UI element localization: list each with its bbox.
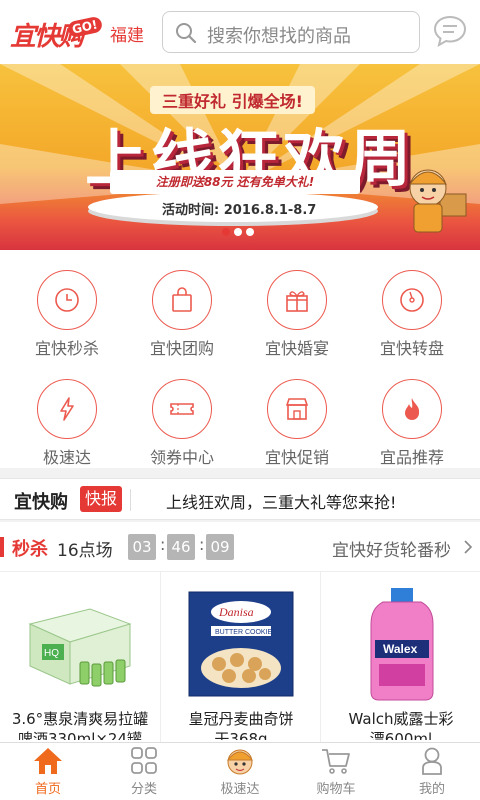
grid-item-recommend[interactable]: 宜品推荐: [352, 359, 472, 468]
logo-go-badge: GO!: [66, 15, 103, 39]
product-name-cont: 漂600ml: [369, 730, 433, 740]
flash-session: 16点场: [57, 541, 113, 561]
mascot-icon: [408, 169, 467, 233]
coupon-icon: [170, 403, 194, 415]
shopping-bag-icon: [172, 287, 192, 312]
tab-label: 首页: [34, 782, 61, 797]
grid-label: 领券中心: [149, 448, 214, 467]
grid-label: 极速达: [42, 448, 91, 467]
grid-icon-circle: [152, 270, 212, 330]
tab-label: 购物车: [316, 782, 356, 797]
countdown-separator: :: [199, 535, 205, 554]
grid-icon-circle: [267, 270, 327, 330]
home-icon: [34, 748, 62, 774]
cart-icon: [322, 749, 350, 774]
tab-home[interactable]: 首页: [0, 743, 96, 800]
news-headline[interactable]: 上线狂欢周，三重大礼等您来抢!: [166, 489, 396, 513]
grid-icon-circle: [267, 379, 327, 439]
gift-icon: [286, 291, 308, 312]
app-logo[interactable]: 宜快购 GO!: [10, 15, 103, 52]
app-header: 宜快购 GO! 福建 搜索你想找的商品: [0, 0, 480, 64]
grid-item-express[interactable]: 极速达: [7, 359, 127, 468]
product-name: 3.6°惠泉清爽易拉罐: [11, 710, 149, 728]
pagination-dot[interactable]: [234, 228, 242, 236]
grid-item-wheel[interactable]: 宜快转盘: [352, 250, 472, 359]
grid-item-promotions[interactable]: 宜快促销: [237, 359, 357, 468]
countdown-hours: 03: [128, 534, 156, 560]
tab-express[interactable]: 极速达: [192, 743, 288, 800]
search-icon: [176, 23, 197, 44]
lightning-icon: [60, 397, 74, 421]
message-icon[interactable]: [432, 14, 468, 48]
category-icon: [131, 747, 157, 774]
flame-icon: [405, 398, 420, 420]
tab-category[interactable]: 分类: [96, 743, 192, 800]
news-brand: 宜快购: [14, 492, 68, 513]
flash-sale-title: 秒杀: [12, 539, 48, 560]
banner-pagination: [222, 228, 254, 236]
grid-item-flash-sale[interactable]: 宜快秒杀: [7, 250, 127, 359]
grid-label: 宜品推荐: [379, 448, 444, 467]
pagination-dot[interactable]: [246, 228, 254, 236]
grid-icon-circle: [382, 270, 442, 330]
news-ticker[interactable]: 宜快购 快报 上线狂欢周，三重大礼等您来抢!: [0, 478, 480, 520]
product-image-bleach: Walex: [370, 588, 434, 701]
tab-label: 分类: [130, 782, 157, 797]
section-accent-bar: [0, 537, 4, 557]
tab-label: 极速达: [220, 782, 260, 797]
promo-banner[interactable]: 三重好礼 引爆全场! 上线狂欢周 注册即送88元 还有免单大礼! 活动时间: 2…: [0, 64, 480, 250]
city-selector[interactable]: 福建: [110, 21, 144, 46]
tab-cart[interactable]: 购物车: [288, 743, 384, 800]
user-icon: [422, 747, 442, 775]
flash-sale-header: 秒杀 16点场 03 : 46 : 09 宜快好货轮番秒: [0, 522, 480, 572]
grid-label: 宜快秒杀: [34, 339, 99, 358]
tab-profile[interactable]: 我的: [384, 743, 480, 800]
grid-label: 宜快转盘: [379, 339, 444, 358]
svg-text:HQ: HQ: [44, 648, 59, 659]
banner-promo-line: 注册即送88元 还有免单大礼!: [110, 170, 360, 194]
grid-label: 宜快促销: [264, 448, 329, 467]
grid-icon-circle: [37, 270, 97, 330]
grid-item-group-buy[interactable]: 宜快团购: [122, 250, 242, 359]
product-name-cont: 干368g: [214, 730, 268, 740]
product-name: 皇冠丹麦曲奇饼: [188, 710, 294, 728]
bottom-tab-bar: 首页 分类 极速达 购物车 我的: [0, 742, 480, 800]
product-card[interactable]: Danisa BUTTER COOKIES 皇冠丹麦曲奇饼 干368g: [160, 572, 320, 742]
product-image-cookies: Danisa BUTTER COOKIES: [188, 591, 294, 697]
product-image-beer: HQ: [28, 608, 132, 687]
chevron-right-icon[interactable]: [462, 540, 474, 554]
news-tag-badge: 快报: [80, 486, 123, 512]
countdown-separator: :: [160, 535, 166, 554]
news-divider: [130, 489, 131, 511]
grid-item-coupons[interactable]: 领券中心: [122, 359, 242, 468]
store-icon: [285, 398, 309, 420]
countdown-seconds: 09: [206, 534, 234, 560]
banner-date: 活动时间: 2016.8.1-8.7: [162, 203, 317, 218]
countdown-minutes: 46: [167, 534, 195, 560]
grid-label: 宜快团购: [149, 339, 214, 358]
product-name: Walch威露士彩: [348, 710, 454, 728]
search-placeholder: 搜索你想找的商品: [207, 26, 351, 47]
tab-label: 我的: [418, 782, 445, 797]
grid-icon-circle: [37, 379, 97, 439]
grid-item-wedding[interactable]: 宜快婚宴: [237, 250, 357, 359]
spin-wheel-icon: [400, 288, 424, 312]
svg-text:Danisa: Danisa: [218, 605, 254, 619]
grid-label: 宜快婚宴: [264, 339, 329, 358]
product-card[interactable]: HQ 3.6°惠泉清爽易拉罐 啤酒330ml×24罐: [0, 572, 160, 742]
product-card[interactable]: Walex Walch威露士彩 漂600ml: [320, 572, 480, 742]
clock-icon: [55, 288, 79, 312]
grid-icon-circle: [152, 379, 212, 439]
svg-text:Walex: Walex: [383, 642, 418, 656]
grid-icon-circle: [382, 379, 442, 439]
mascot-icon: [226, 749, 254, 775]
feature-grid: 宜快秒杀 宜快团购 宜快婚宴 宜快转盘 极速达 领券中心 宜快促销 宜品推荐: [0, 250, 480, 468]
search-input[interactable]: 搜索你想找的商品: [162, 11, 420, 53]
pagination-dot-active[interactable]: [222, 228, 230, 236]
flash-sale-section: 秒杀 16点场 03 : 46 : 09 宜快好货轮番秒 HQ 3.6°惠泉清爽…: [0, 522, 480, 742]
product-name-cont: 啤酒330ml×24罐: [17, 730, 143, 740]
flash-sale-more-link[interactable]: 宜快好货轮番秒: [332, 536, 451, 561]
svg-text:BUTTER COOKIES: BUTTER COOKIES: [215, 629, 277, 636]
